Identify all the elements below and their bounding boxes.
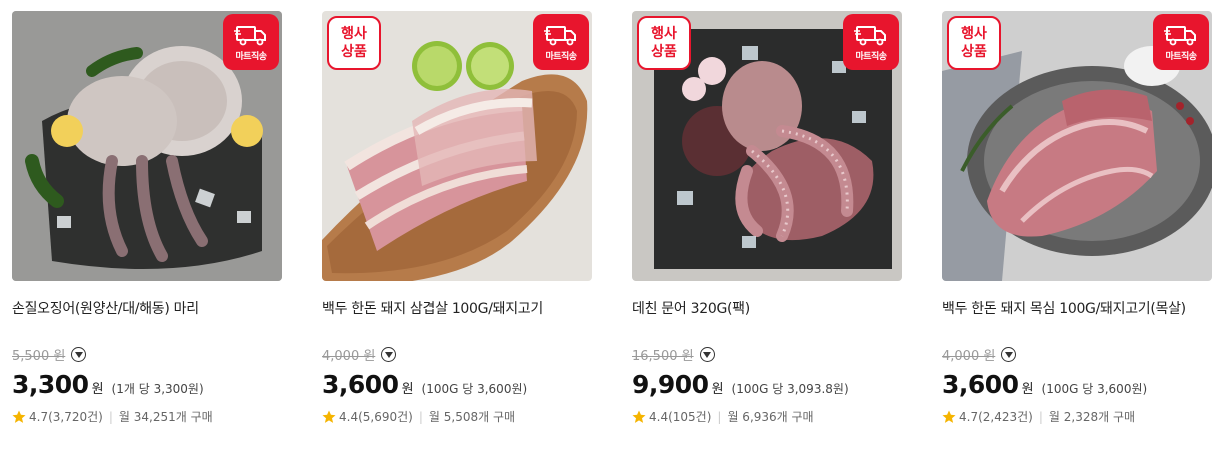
divider: | [1038,409,1043,424]
monthly-sales: 월 2,328개 구매 [1048,410,1136,424]
divider: | [418,409,423,424]
mart-delivery-badge: 마트직송 [223,14,279,70]
rating-value: 4.4 [649,409,669,424]
original-price: 5,500 원 [12,349,66,364]
review-count[interactable]: (5,690건) [358,408,413,425]
review-count[interactable]: (105건) [668,408,711,425]
product-name[interactable]: 백두 한돈 돼지 삼겹살 100G/돼지고기 [322,300,592,318]
price-detail-toggle[interactable] [381,347,397,362]
event-badge-line1: 행사 [961,26,987,42]
mart-delivery-badge: 마트직송 [1153,14,1209,70]
mart-delivery-label: 마트직송 [235,51,267,62]
product-card[interactable]: 행사 상품 마트직송 백두 한돈 돼지 목심 100G/돼지고기(목살) 4,0… [942,11,1212,424]
chevron-down-icon [703,351,712,358]
price-detail-toggle[interactable] [1001,347,1017,362]
sale-price: 3,300 [12,370,89,399]
event-product-badge: 행사 상품 [947,16,1001,70]
monthly-sales: 월 34,251개 구매 [118,410,213,424]
unit-price: (100G 당 3,093.8원) [731,382,849,396]
divider: | [108,409,113,424]
rating-value: 4.7 [959,409,979,424]
currency-label: 원 [711,382,724,397]
star-icon [12,410,26,423]
currency-label: 원 [1021,382,1034,397]
review-count[interactable]: (2,423건) [978,408,1033,425]
product-name[interactable]: 데친 문어 320G(팩) [632,300,902,318]
original-price: 4,000 원 [942,349,996,364]
event-product-badge: 행사 상품 [637,16,691,70]
sale-price: 3,600 [322,370,399,399]
sale-price: 3,600 [942,370,1019,399]
mart-delivery-label: 마트직송 [545,51,577,62]
truck-icon [854,25,886,45]
product-name[interactable]: 백두 한돈 돼지 목심 100G/돼지고기(목살) [942,300,1212,318]
chevron-down-icon [1004,351,1013,358]
product-card[interactable]: 마트직송 손질오징어(원양산/대/해동) 마리 5,500 원 3,300 원 … [12,11,282,424]
chevron-down-icon [384,351,393,358]
product-card[interactable]: 행사 상품 마트직송 백두 한돈 돼지 삼겹살 100G/돼지고기 4,000 … [322,11,592,424]
mart-delivery-label: 마트직송 [1165,51,1197,62]
truck-icon [1164,25,1196,45]
product-image[interactable]: 행사 상품 마트직송 [632,11,902,281]
product-image[interactable]: 행사 상품 마트직송 [322,11,592,281]
rating-value: 4.7 [29,409,49,424]
price-detail-toggle[interactable] [699,347,715,362]
event-badge-line1: 행사 [341,26,367,42]
event-badge-line2: 상품 [651,44,677,60]
event-product-badge: 행사 상품 [327,16,381,70]
unit-price: (100G 당 3,600원) [1041,382,1148,396]
chevron-down-icon [74,351,83,358]
mart-delivery-badge: 마트직송 [843,14,899,70]
truck-icon [234,25,266,45]
product-image[interactable]: 행사 상품 마트직송 [942,11,1212,281]
price-detail-toggle[interactable] [71,347,87,362]
event-badge-line1: 행사 [651,26,677,42]
star-icon [632,410,646,423]
review-count[interactable]: (3,720건) [48,408,103,425]
mart-delivery-label: 마트직송 [855,51,887,62]
event-badge-line2: 상품 [961,44,987,60]
star-icon [942,410,956,423]
unit-price: (100G 당 3,600원) [421,382,528,396]
sale-price: 9,900 [632,370,709,399]
mart-delivery-badge: 마트직송 [533,14,589,70]
monthly-sales: 월 5,508개 구매 [428,410,516,424]
product-image[interactable]: 마트직송 [12,11,282,281]
product-grid: 마트직송 손질오징어(원양산/대/해동) 마리 5,500 원 3,300 원 … [0,0,1219,453]
rating-value: 4.4 [339,409,359,424]
product-card[interactable]: 행사 상품 마트직송 데친 문어 320G(팩) 16,500 원 9,900 … [632,11,902,424]
star-icon [322,410,336,423]
currency-label: 원 [91,382,104,397]
event-badge-line2: 상품 [341,44,367,60]
truck-icon [544,25,576,45]
divider: | [717,409,722,424]
product-name[interactable]: 손질오징어(원양산/대/해동) 마리 [12,300,282,318]
original-price: 16,500 원 [632,349,694,364]
unit-price: (1개 당 3,300원) [111,382,204,396]
original-price: 4,000 원 [322,349,376,364]
currency-label: 원 [401,382,414,397]
monthly-sales: 월 6,936개 구매 [727,410,814,424]
